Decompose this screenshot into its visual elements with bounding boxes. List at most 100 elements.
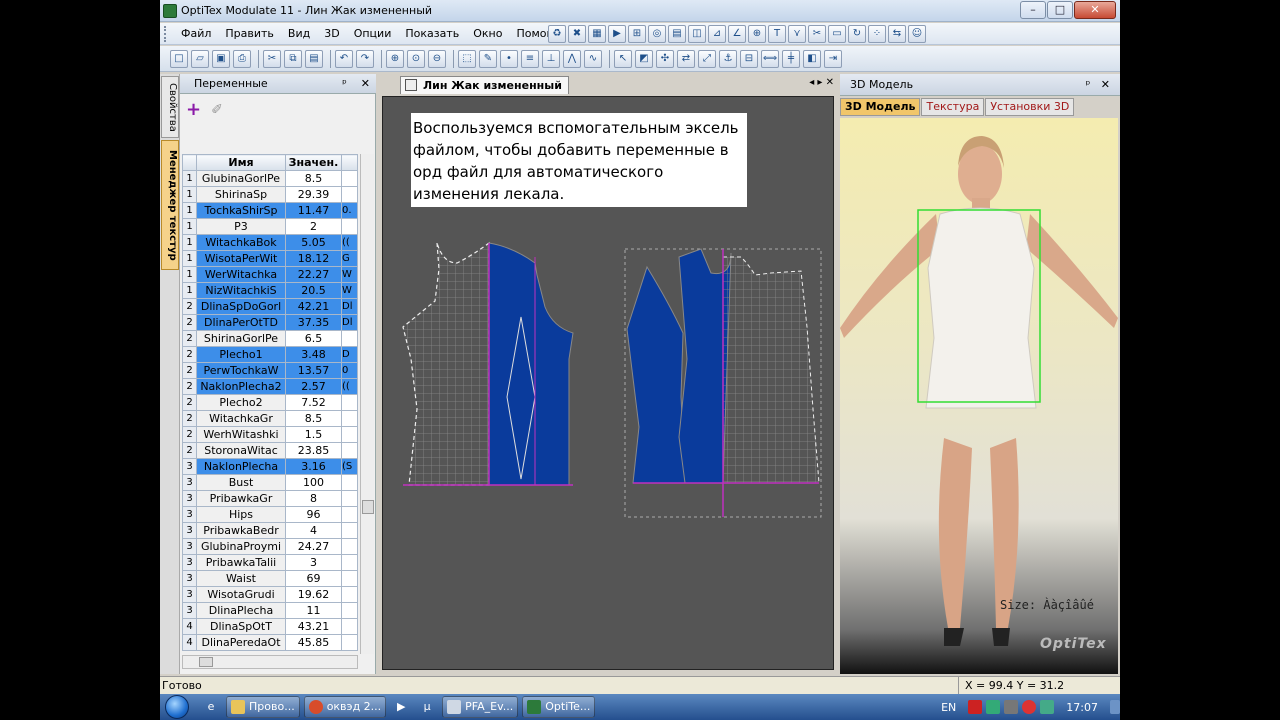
variable-name[interactable]: PribawkaGr (196, 490, 286, 507)
table-vertical-scrollbar[interactable] (360, 154, 374, 654)
variable-expression[interactable] (341, 410, 358, 427)
variable-name[interactable]: Plecho2 (196, 394, 286, 411)
rotate-icon[interactable]: ↻ (848, 25, 866, 43)
variable-value[interactable]: 4 (285, 522, 342, 539)
variable-value[interactable]: 5.05 (285, 234, 342, 251)
paste-icon[interactable]: ▤ (305, 49, 323, 68)
table-row[interactable]: 3 PribawkaBedr 4 (182, 522, 358, 539)
redo-icon[interactable]: ↷ (356, 49, 374, 68)
variable-value[interactable]: 20.5 (285, 282, 342, 299)
table-row[interactable]: 3 Hips 96 (182, 506, 358, 523)
variable-name[interactable]: WerWitachka (196, 266, 286, 283)
variable-name[interactable]: WitachkaGr (196, 410, 286, 427)
maximize-button[interactable]: □ (1047, 1, 1073, 19)
media-icon[interactable]: ▶ (390, 696, 412, 718)
table-row[interactable]: 1 WerWitachka 22.27 W (182, 266, 358, 283)
3d-viewport[interactable]: Size: Ààçîâûé OptiTex (840, 118, 1118, 674)
variable-expression[interactable] (341, 586, 358, 603)
curve-icon[interactable]: ∿ (584, 49, 602, 68)
tab-texture[interactable]: Текстура (921, 98, 985, 116)
variable-value[interactable]: 11 (285, 602, 342, 619)
piece-select-icon[interactable]: ◩ (635, 49, 653, 68)
table-row[interactable]: 1 TochkaShirSp 11.47 0. (182, 202, 358, 219)
tab-texture-manager[interactable]: Менеджер текстур (161, 140, 179, 270)
table-row[interactable]: 3 WisotaGrudi 19.62 (182, 586, 358, 603)
language-indicator[interactable]: EN (941, 701, 956, 714)
table-row[interactable]: 1 GlubinaGorlPe 8.5 (182, 170, 358, 187)
taskbar-explorer[interactable]: Прово... (226, 696, 300, 718)
notch-tool-icon[interactable]: ⊥ (542, 49, 560, 68)
tab-3d-settings[interactable]: Установки 3D (985, 98, 1075, 116)
variable-value[interactable]: 3.48 (285, 346, 342, 363)
variable-expression[interactable] (341, 426, 358, 443)
variable-value[interactable]: 11.47 (285, 202, 342, 219)
variable-expression[interactable]: Dl (341, 298, 358, 315)
add-variable-icon[interactable]: + (186, 101, 201, 119)
variable-name[interactable]: DlinaSpDoGorl (196, 298, 286, 315)
table-row[interactable]: 3 PribawkaGr 8 (182, 490, 358, 507)
variable-expression[interactable] (341, 186, 358, 203)
variable-expression[interactable]: W (341, 282, 358, 299)
table-row[interactable]: 3 Bust 100 (182, 474, 358, 491)
table-row[interactable]: 3 DlinaPlecha 11 (182, 602, 358, 619)
table-row[interactable]: 3 GlubinaProymi 24.27 (182, 538, 358, 555)
taskbar-browser[interactable]: оквэд 2... (303, 696, 387, 718)
red-x-icon[interactable]: ✖ (568, 25, 586, 43)
variable-name[interactable]: DlinaPlecha (196, 602, 286, 619)
variable-name[interactable]: Waist (196, 570, 286, 587)
minimize-button[interactable]: – (1020, 1, 1046, 19)
table-row[interactable]: 3 Waist 69 (182, 570, 358, 587)
scroll-thumb[interactable] (199, 657, 213, 667)
variable-expression[interactable]: (S (341, 458, 358, 475)
variable-name[interactable]: NaklonPlecha (196, 458, 286, 475)
variable-name[interactable]: Bust (196, 474, 286, 491)
variable-expression[interactable] (341, 618, 358, 635)
table-row[interactable]: 1 WisotaPerWit 18.12 G (182, 250, 358, 267)
variable-expression[interactable]: (( (341, 378, 358, 395)
variable-value[interactable]: 2 (285, 218, 342, 235)
taskbar-pfa[interactable]: PFA_Ev... (442, 696, 519, 718)
grid-icon[interactable]: ▤ (668, 25, 686, 43)
variable-expression[interactable] (341, 506, 358, 523)
variable-expression[interactable]: D (341, 346, 358, 363)
workspace-nav[interactable]: ◂ ▸ ✕ (809, 77, 834, 88)
menu-window[interactable]: Окно (466, 24, 509, 44)
variable-name[interactable]: WisotaGrudi (196, 586, 286, 603)
table-row[interactable]: 3 NaklonPlecha 3.16 (S (182, 458, 358, 475)
zoom-icon[interactable]: ⊕ (748, 25, 766, 43)
variable-name[interactable]: NizWitachkiS (196, 282, 286, 299)
variable-value[interactable]: 43.21 (285, 618, 342, 635)
variable-name[interactable]: PerwTochkaW (196, 362, 286, 379)
menu-edit[interactable]: Править (218, 24, 281, 44)
seam-icon[interactable]: ╪ (782, 49, 800, 68)
chart-icon[interactable]: ▭ (828, 25, 846, 43)
variable-value[interactable]: 100 (285, 474, 342, 491)
chat-icon[interactable] (1040, 700, 1055, 714)
pin-icon[interactable]: ᵖ (342, 77, 347, 90)
variable-expression[interactable]: 0. (341, 202, 358, 219)
table-row[interactable]: 1 ShirinaSp 29.39 (182, 186, 358, 203)
table-row[interactable]: 2 StoronaWitac 23.85 (182, 442, 358, 459)
anchor-icon[interactable]: ⚓ (719, 49, 737, 68)
cut-icon[interactable]: ✂ (263, 49, 281, 68)
panel-close-icon[interactable]: ✕ (361, 77, 370, 90)
undo-icon[interactable]: ↶ (335, 49, 353, 68)
variable-expression[interactable] (341, 634, 358, 651)
variable-expression[interactable] (341, 218, 358, 235)
variable-name[interactable]: NaklonPlecha2 (196, 378, 286, 395)
variable-name[interactable]: Plecho1 (196, 346, 286, 363)
variable-value[interactable]: 29.39 (285, 186, 342, 203)
tab-properties[interactable]: Свойства (161, 76, 179, 138)
eraser-icon[interactable]: ✐ (211, 102, 223, 118)
play-icon[interactable]: ▶ (608, 25, 626, 43)
mirror-tool-icon[interactable]: ⟺ (761, 49, 779, 68)
variable-name[interactable]: ShirinaGorlPe (196, 330, 286, 347)
variable-value[interactable]: 2.57 (285, 378, 342, 395)
clock[interactable]: 17:07 (1066, 701, 1098, 714)
variable-name[interactable]: Hips (196, 506, 286, 523)
variable-expression[interactable]: W (341, 266, 358, 283)
variable-name[interactable]: DlinaPeredaOt (196, 634, 286, 651)
variable-expression[interactable] (341, 554, 358, 571)
variable-name[interactable]: GlubinaGorlPe (196, 170, 286, 187)
variable-value[interactable]: 45.85 (285, 634, 342, 651)
